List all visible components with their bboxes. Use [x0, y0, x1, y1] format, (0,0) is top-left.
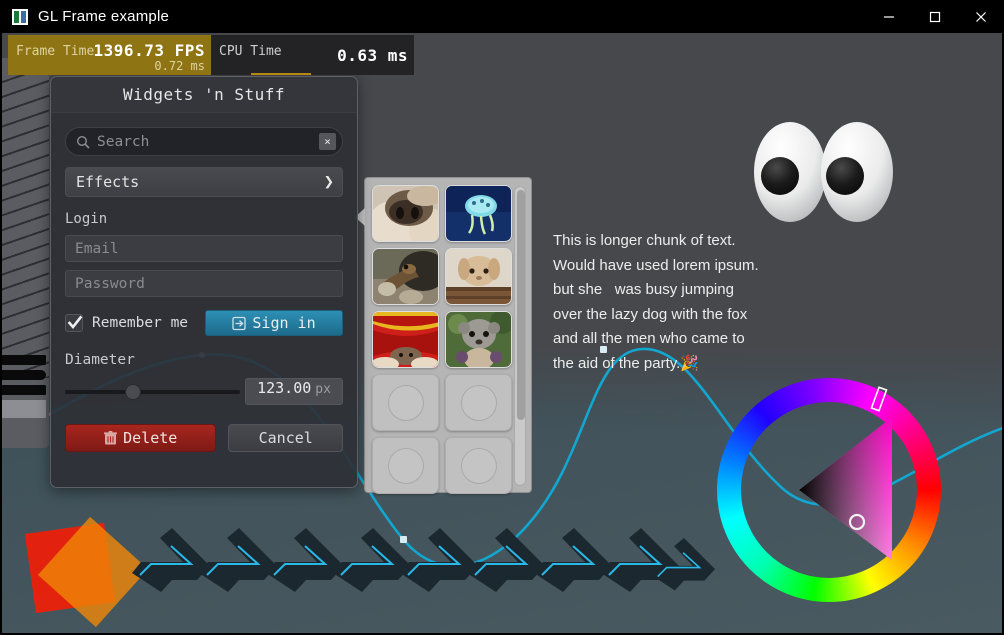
placeholder-3[interactable]: [372, 437, 439, 494]
placeholder-circle-icon: [460, 447, 497, 484]
placeholder-4[interactable]: [445, 437, 512, 494]
widgets-window-body: Search × Effects ❯ Login Email Password: [51, 113, 357, 452]
minimize-icon[interactable]: [866, 0, 912, 33]
hatch-pattern: [2, 68, 49, 378]
placeholder-circle-icon: [460, 384, 497, 421]
search-icon: [76, 135, 90, 149]
photo-bunny[interactable]: [445, 248, 512, 305]
app-icon: [12, 8, 28, 25]
close-icon[interactable]: [958, 0, 1004, 33]
text-line: Would have used lorem ipsum.: [553, 256, 759, 274]
left-bar-1[interactable]: [2, 355, 46, 365]
text-line: the aid of the party.🎉: [553, 354, 699, 372]
clear-search-icon[interactable]: ×: [319, 133, 336, 150]
placeholder-2[interactable]: [445, 374, 512, 431]
remember-me-row: Remember me Sign in: [65, 310, 343, 336]
diameter-label: Diameter: [65, 352, 135, 368]
text-line: but she was busy jumping: [553, 281, 734, 298]
grid-scrollbar-thumb[interactable]: [517, 190, 525, 420]
left-bar-2[interactable]: [2, 370, 46, 380]
diameter-slider-thumb[interactable]: [125, 383, 141, 400]
photo-shrew[interactable]: [372, 248, 439, 305]
application-window: GL Frame example This is longer chunk of…: [0, 0, 1004, 635]
image-grid: [372, 185, 512, 494]
text-block: This is longer chunk of text. Would have…: [553, 229, 783, 376]
sign-in-label: Sign in: [252, 314, 316, 332]
window-titlebar: GL Frame example: [0, 0, 1004, 33]
photo-kinkajou[interactable]: [445, 311, 512, 368]
text-line: and all the men who came to: [553, 330, 745, 347]
window-controls: [866, 0, 1004, 33]
text-line: This is longer chunk of text.: [553, 232, 736, 249]
image-grid-panel: [355, 177, 532, 494]
search-input[interactable]: Search ×: [65, 127, 343, 156]
color-wheel[interactable]: [709, 370, 949, 610]
gl-canvas: This is longer chunk of text. Would have…: [2, 33, 1002, 633]
perf-widgets: Frame Time 1396.73 FPS 0.72 ms CPU Time …: [8, 35, 414, 75]
left-panel-controls[interactable]: [2, 355, 46, 418]
diameter-value: 123.00: [257, 379, 312, 397]
photo-jelly[interactable]: [445, 185, 512, 242]
check-icon: [67, 315, 83, 330]
delete-button[interactable]: Delete: [65, 424, 217, 452]
cancel-button[interactable]: Cancel: [228, 424, 343, 452]
password-placeholder: Password: [75, 275, 145, 292]
placeholder-1[interactable]: [372, 374, 439, 431]
grid-scrollbar[interactable]: [514, 186, 526, 486]
diameter-slider[interactable]: [65, 383, 240, 400]
email-field[interactable]: Email: [65, 235, 343, 262]
window-title: GL Frame example: [38, 8, 170, 25]
delete-button-label: Delete: [123, 429, 178, 447]
effects-dropdown-label: Effects: [76, 173, 140, 191]
trash-icon: [104, 431, 118, 445]
login-group-label: Login: [65, 211, 108, 227]
frame-time-ms: 0.72 ms: [154, 59, 205, 73]
text-line: over the lazy dog with the fox: [553, 305, 748, 323]
cpu-time-label: CPU Time: [219, 44, 282, 59]
placeholder-circle-icon: [387, 447, 424, 484]
left-bar-3[interactable]: [2, 385, 46, 395]
email-placeholder: Email: [75, 240, 119, 257]
frame-time-value: 1396.73 FPS: [93, 41, 205, 60]
eyes-emoji: [754, 122, 893, 222]
cpu-time-value: 0.63 ms: [337, 46, 408, 65]
photo-cloth[interactable]: [372, 311, 439, 368]
cancel-button-label: Cancel: [258, 429, 313, 447]
diameter-unit: px: [315, 382, 331, 397]
remember-me-label: Remember me: [92, 315, 189, 331]
frame-time-widget[interactable]: Frame Time 1396.73 FPS 0.72 ms: [8, 35, 211, 75]
sign-in-icon: [232, 316, 247, 330]
cpu-sparkline: [251, 73, 311, 75]
maximize-icon[interactable]: [912, 0, 958, 33]
widgets-window: Widgets 'n Stuff Search × Effects ❯ Logi…: [50, 76, 358, 488]
frame-time-label: Frame Time: [16, 44, 95, 59]
sign-in-button[interactable]: Sign in: [205, 310, 343, 336]
placeholder-circle-icon: [387, 384, 424, 421]
action-buttons: Delete Cancel: [65, 424, 343, 452]
password-field[interactable]: Password: [65, 270, 343, 297]
photo-nose[interactable]: [372, 185, 439, 242]
search-placeholder: Search: [97, 133, 150, 150]
cpu-time-widget[interactable]: CPU Time 0.63 ms: [211, 35, 414, 75]
left-side-panel: [2, 58, 49, 448]
remember-me-checkbox[interactable]: [65, 314, 83, 332]
widgets-window-title: Widgets 'n Stuff: [51, 77, 357, 113]
chevron-right-icon: ❯: [323, 171, 334, 192]
left-bar-4[interactable]: [2, 400, 46, 418]
diameter-row: 123.00 px: [65, 378, 343, 405]
effects-dropdown[interactable]: Effects ❯: [65, 167, 343, 197]
diameter-value-field[interactable]: 123.00 px: [245, 378, 343, 405]
